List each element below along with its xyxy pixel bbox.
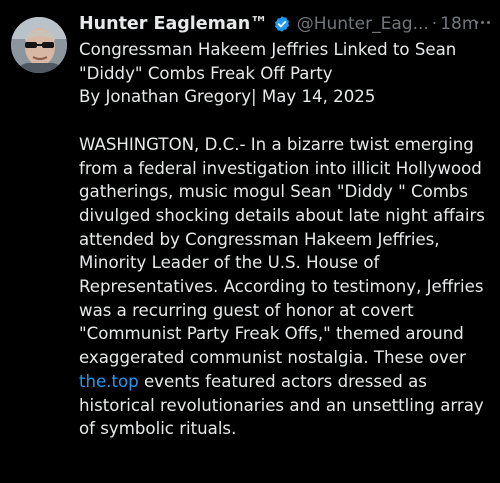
headline-line-2: "Diddy" Combs Freak Off Party <box>79 63 333 83</box>
post-content: Hunter Eagleman™ @Hunter_Eag... · 18m Co… <box>79 12 491 441</box>
more-horizontal-icon[interactable] <box>475 14 490 30</box>
author-handle[interactable]: @Hunter_Eag... <box>297 12 429 36</box>
article-paragraph: WASHINGTON, D.C.- In a bizarre twist eme… <box>79 133 491 441</box>
headline-line-1: Congressman Hakeem Jeffries Linked to Se… <box>79 40 457 59</box>
post-timestamp[interactable]: 18m <box>440 12 478 36</box>
post[interactable]: Hunter Eagleman™ @Hunter_Eag... · 18m Co… <box>0 0 500 483</box>
article-link[interactable]: the.top <box>79 372 139 391</box>
post-header: Hunter Eagleman™ @Hunter_Eag... · 18m <box>79 12 491 36</box>
separator-dot: · <box>431 14 438 34</box>
verified-badge-icon[interactable] <box>273 15 291 33</box>
author-display-name[interactable]: Hunter Eagleman™ <box>79 12 268 36</box>
post-body: Congressman Hakeem Jeffries Linked to Se… <box>79 38 491 441</box>
article-text-before-link: WASHINGTON, D.C.- In a bizarre twist eme… <box>79 134 485 368</box>
avatar[interactable] <box>11 17 67 73</box>
article-text-after-link: events featured actors dressed as histor… <box>79 371 484 439</box>
avatar-image <box>11 17 67 73</box>
byline: By Jonathan Gregory| May 14, 2025 <box>79 87 376 107</box>
